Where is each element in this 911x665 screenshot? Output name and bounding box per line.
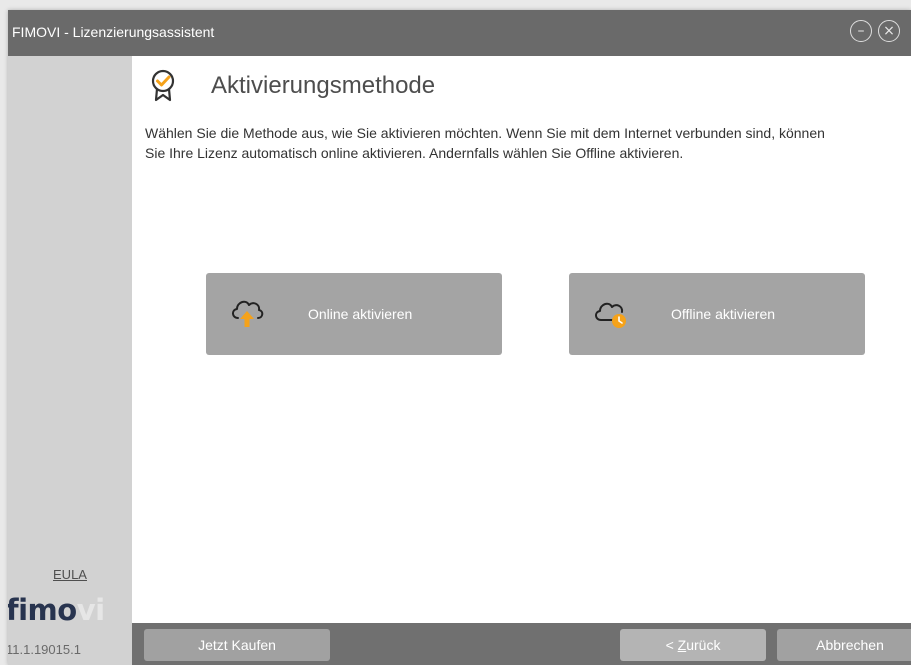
back-button-prefix: < <box>665 637 678 653</box>
logo-text-light: vi <box>76 593 105 627</box>
sidebar: EULA fimovi 11.1.19015.1 <box>8 56 132 665</box>
cloud-upload-icon <box>232 300 264 327</box>
offline-activate-label: Offline aktivieren <box>671 306 776 322</box>
badge-check-icon <box>151 69 175 102</box>
page-description: Wählen Sie die Methode aus, wie Sie akti… <box>145 125 825 161</box>
title-bar: FIMOVI - Lizenzierungsassistent – × <box>8 10 911 56</box>
main-content: Aktivierungsmethode Wählen Sie die Metho… <box>132 56 911 623</box>
logo-text-dark: fimo <box>8 593 77 627</box>
eula-link[interactable]: EULA <box>8 567 132 582</box>
minimize-circle-icon: – <box>857 23 865 39</box>
minimize-button[interactable]: – <box>850 20 872 42</box>
page-title: Aktivierungsmethode <box>211 72 436 99</box>
back-button[interactable]: < Zurück <box>620 629 766 661</box>
version-label: 11.1.19015.1 <box>8 642 81 657</box>
cloud-clock-icon <box>595 302 626 328</box>
online-activate-label: Online aktivieren <box>308 306 413 322</box>
window-title: FIMOVI - Lizenzierungsassistent <box>12 24 215 40</box>
fimovi-logo: fimovi <box>8 593 105 627</box>
offline-activate-button[interactable]: Offline aktivieren <box>569 273 865 355</box>
cancel-button[interactable]: Abbrechen <box>777 629 911 661</box>
footer-bar: Jetzt Kaufen < Zurück Abbrechen <box>132 623 911 665</box>
online-activate-button[interactable]: Online aktivieren <box>206 273 502 355</box>
buy-now-button[interactable]: Jetzt Kaufen <box>144 629 330 661</box>
close-button[interactable]: × <box>878 20 900 42</box>
close-circle-icon: × <box>883 23 895 39</box>
back-button-mnemonic: Z <box>677 637 687 653</box>
license-wizard-window: FIMOVI - Lizenzierungsassistent – × EULA… <box>8 10 911 665</box>
back-button-label: urück <box>686 637 721 653</box>
